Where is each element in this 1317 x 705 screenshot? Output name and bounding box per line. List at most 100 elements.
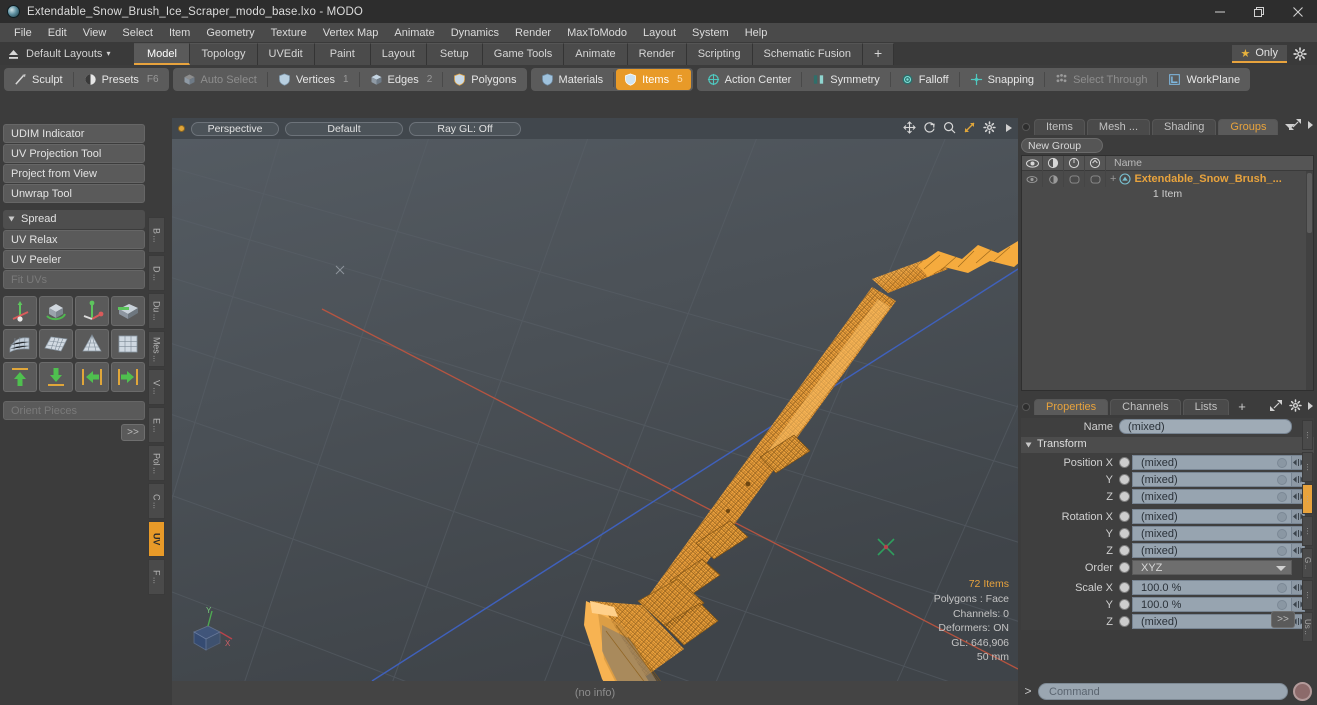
minimize-button[interactable] [1200, 0, 1239, 23]
record-icon[interactable] [1293, 681, 1312, 701]
layout-tab-model[interactable]: Model [134, 43, 191, 65]
new-group-button[interactable]: New Group [1021, 138, 1103, 153]
viewport-canvas[interactable]: Y X 72 Items Polygons : Face Channels: 0… [172, 118, 1018, 681]
property-toggle[interactable] [1119, 457, 1130, 468]
tree-expand-icon[interactable]: + [1110, 173, 1116, 185]
layout-home-icon[interactable] [0, 43, 26, 65]
property-value-field[interactable]: (mixed) [1132, 543, 1292, 558]
tool-button-uv-projection-tool[interactable]: UV Projection Tool [3, 144, 145, 163]
layout-tab-animate[interactable]: Animate [564, 43, 628, 65]
eye-icon[interactable] [1022, 155, 1043, 171]
toolbar-button-presets[interactable]: Presets F6 [76, 69, 167, 90]
property-toggle[interactable] [1119, 474, 1130, 485]
table-row[interactable]: + Extendable_Snow_Brush_... [1022, 171, 1313, 187]
menu-edit[interactable]: Edit [40, 23, 75, 43]
gear-icon[interactable] [983, 121, 996, 134]
uv-flat-grid-icon[interactable] [39, 329, 73, 359]
tool-button-fit-uvs[interactable]: Fit UVs [3, 270, 145, 289]
property-value-field[interactable]: (mixed) [1132, 526, 1292, 541]
vertical-tab-pol[interactable]: Pol ... [148, 445, 165, 481]
uv-box-grid-icon[interactable] [111, 329, 145, 359]
properties-rail-tab-3[interactable]: ··· [1302, 484, 1313, 514]
pan-icon[interactable] [903, 121, 916, 134]
property-toggle[interactable] [1119, 545, 1130, 556]
uv-align-up-icon[interactable] [3, 362, 37, 392]
tool-button-project-from-view[interactable]: Project from View [3, 164, 145, 183]
properties-rail-tab-1[interactable]: ··· [1302, 420, 1313, 450]
left-panel-more-button[interactable]: >> [121, 424, 145, 441]
menu-maxtomodo[interactable]: MaxToModo [559, 23, 635, 43]
tab-items[interactable]: Items [1034, 118, 1085, 135]
tool-button-uv-peeler[interactable]: UV Peeler [3, 250, 145, 269]
layout-tab-layout[interactable]: Layout [370, 43, 427, 65]
layout-tab-topology[interactable]: Topology [190, 43, 258, 65]
toolbar-button-auto-select[interactable]: Auto Select [175, 69, 265, 90]
property-value-field[interactable]: (mixed) [1132, 614, 1292, 629]
axis-gizmo[interactable]: Y X [186, 606, 238, 659]
property-toggle[interactable] [1119, 599, 1130, 610]
layout-tab-schematic-fusion[interactable]: Schematic Fusion [752, 43, 863, 65]
toolbar-button-action-center[interactable]: Action Center [699, 69, 800, 90]
rotate-icon[interactable] [923, 121, 936, 134]
tab-mesh[interactable]: Mesh ... [1086, 118, 1151, 135]
groups-tree[interactable]: Name + Extendable_Snow_Brush_... 1 Item [1021, 155, 1314, 391]
command-input[interactable]: Command [1038, 682, 1288, 700]
property-mini-dot[interactable] [1277, 512, 1287, 522]
toolbar-button-vertices[interactable]: Vertices 1 [270, 69, 357, 90]
menu-render[interactable]: Render [507, 23, 559, 43]
uv-scale-gizmo-icon[interactable] [75, 296, 109, 326]
properties-rail-tab-4[interactable]: ··· [1302, 516, 1313, 546]
vertical-tab-du[interactable]: Du ... [148, 293, 165, 329]
toolbar-button-materials[interactable]: Materials [533, 69, 612, 90]
property-toggle[interactable] [1119, 491, 1130, 502]
raygl-button[interactable]: Ray GL: Off [409, 121, 521, 136]
property-mini-dot[interactable] [1277, 546, 1287, 556]
toolbar-button-sculpt[interactable]: Sculpt [6, 69, 71, 90]
property-mini-dot[interactable] [1277, 492, 1287, 502]
right-panel-more-arrow-icon[interactable] [1308, 121, 1313, 129]
toolbar-button-symmetry[interactable]: Symmetry [804, 69, 888, 90]
property-value-field[interactable]: (mixed) [1132, 489, 1292, 504]
toolbar-button-workplane[interactable]: WorkPlane [1160, 69, 1248, 90]
property-mini-dot[interactable] [1277, 529, 1287, 539]
rotation-order-select[interactable]: XYZ [1132, 560, 1292, 575]
menu-file[interactable]: File [6, 23, 40, 43]
menu-vertex-map[interactable]: Vertex Map [315, 23, 387, 43]
vertical-tab-b[interactable]: B ... [148, 217, 165, 253]
menu-item[interactable]: Item [161, 23, 198, 43]
tab-channels[interactable]: Channels [1110, 398, 1181, 415]
tool-button-uv-relax[interactable]: UV Relax [3, 230, 145, 249]
only-toggle-button[interactable]: ★ Only [1231, 45, 1287, 63]
toolbar-button-items[interactable]: Items 5 [616, 69, 691, 90]
properties-rail-tab-2[interactable]: ··· [1302, 452, 1313, 482]
spread-group-header[interactable]: Spread [3, 210, 145, 229]
tool-button-unwrap-tool[interactable]: Unwrap Tool [3, 184, 145, 203]
properties-more-button[interactable]: >> [1271, 611, 1295, 628]
menu-help[interactable]: Help [737, 23, 776, 43]
name-field[interactable]: (mixed) [1119, 419, 1292, 434]
property-value-field[interactable]: (mixed) [1132, 509, 1292, 524]
vertical-tab-c[interactable]: C ... [148, 483, 165, 519]
uv-rotate-cube-icon[interactable] [39, 296, 73, 326]
popout-icon[interactable] [1289, 119, 1302, 131]
layout-tab-uvedit[interactable]: UVEdit [257, 43, 315, 65]
vertical-tab-v[interactable]: V ... [148, 369, 165, 405]
render-icon[interactable] [1043, 155, 1064, 171]
properties-rail-tab-5[interactable]: G .. [1302, 548, 1313, 578]
properties-more-arrow-icon[interactable] [1308, 401, 1313, 410]
property-toggle[interactable] [1119, 511, 1130, 522]
layout-tab-setup[interactable]: Setup [426, 43, 483, 65]
property-toggle[interactable] [1119, 616, 1130, 627]
row-select-icon[interactable] [1085, 171, 1106, 187]
layout-tab-game-tools[interactable]: Game Tools [482, 43, 565, 65]
row-render-icon[interactable] [1043, 171, 1064, 187]
property-toggle[interactable] [1119, 582, 1130, 593]
uv-move-gizmo-icon[interactable] [3, 296, 37, 326]
menu-animate[interactable]: Animate [386, 23, 442, 43]
property-toggle[interactable] [1119, 528, 1130, 539]
property-value-field[interactable]: 100.0 % [1132, 597, 1292, 612]
properties-gear-icon[interactable] [1289, 399, 1302, 412]
viewport-menu-dot-icon[interactable] [178, 125, 185, 132]
lock-icon[interactable] [1064, 155, 1085, 171]
property-mini-dot[interactable] [1277, 600, 1287, 610]
